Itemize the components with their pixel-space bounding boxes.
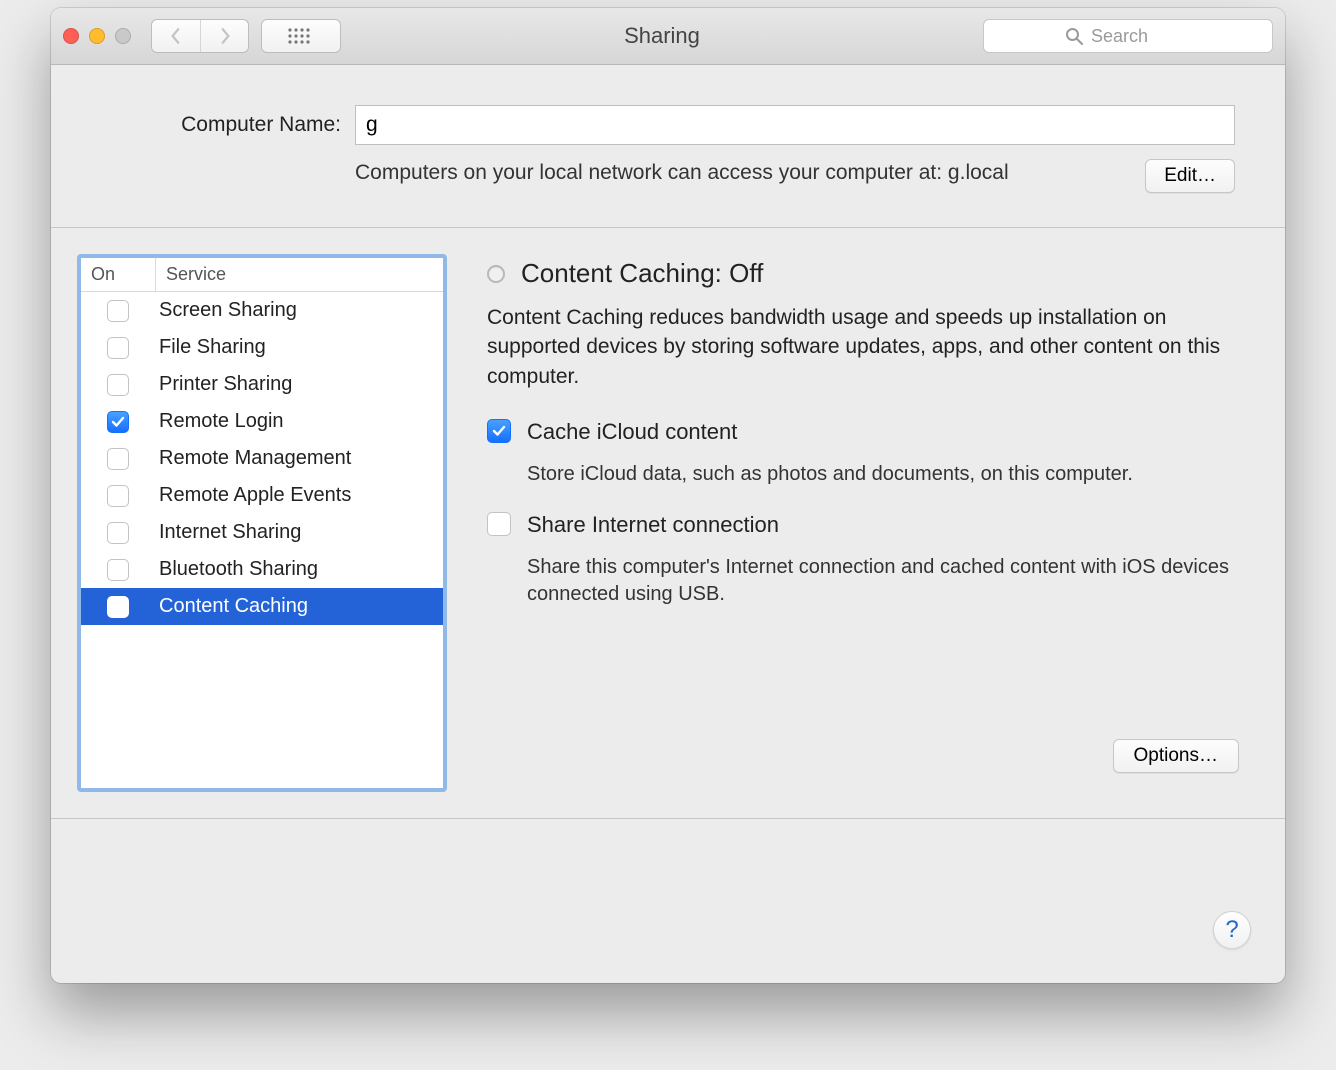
close-icon[interactable] (63, 28, 79, 44)
status-indicator-icon (487, 265, 505, 283)
options-button[interactable]: Options… (1113, 739, 1239, 773)
service-detail: Content Caching: Off Content Caching red… (487, 254, 1245, 792)
window-controls (63, 28, 131, 44)
option-title: Cache iCloud content (527, 419, 1245, 445)
option-row: Cache iCloud content Store iCloud data, s… (487, 419, 1245, 488)
computer-name-input[interactable] (355, 105, 1235, 145)
nav-segmented-control (151, 19, 249, 53)
services-table: On Service Screen Sharing File Sharing Pri… (77, 254, 447, 792)
service-label: Remote Login (155, 410, 443, 433)
service-row[interactable]: Printer Sharing (81, 366, 443, 403)
column-header-service[interactable]: Service (155, 258, 443, 291)
service-label: Remote Management (155, 447, 443, 470)
chevron-right-icon (218, 27, 232, 45)
computer-name-label: Computer Name: (101, 113, 341, 137)
service-row[interactable]: Internet Sharing (81, 514, 443, 551)
grid-icon (287, 27, 315, 45)
help-button[interactable]: ? (1213, 911, 1251, 949)
service-on-checkbox[interactable] (107, 300, 129, 322)
edit-hostname-button[interactable]: Edit… (1145, 159, 1235, 193)
option-row: Share Internet connection Share this comp… (487, 512, 1245, 608)
option-checkbox[interactable] (487, 419, 511, 443)
search-icon (1065, 27, 1083, 45)
service-row[interactable]: Remote Login (81, 403, 443, 440)
service-label: Screen Sharing (155, 299, 443, 322)
service-row[interactable]: Remote Management (81, 440, 443, 477)
service-on-checkbox[interactable] (107, 559, 129, 581)
service-detail-description: Content Caching reduces bandwidth usage … (487, 303, 1245, 391)
computer-name-hint: Computers on your local network can acce… (355, 159, 1081, 187)
minimize-icon[interactable] (89, 28, 105, 44)
service-label: Internet Sharing (155, 521, 443, 544)
service-label: Bluetooth Sharing (155, 558, 443, 581)
maximize-icon (115, 28, 131, 44)
services-panel: On Service Screen Sharing File Sharing Pri… (51, 227, 1285, 819)
service-on-checkbox[interactable] (107, 374, 129, 396)
service-row[interactable]: Bluetooth Sharing (81, 551, 443, 588)
service-on-checkbox[interactable] (107, 522, 129, 544)
service-on-checkbox[interactable] (107, 485, 129, 507)
service-on-checkbox[interactable] (107, 411, 129, 433)
service-label: Content Caching (155, 595, 443, 618)
service-on-checkbox[interactable] (107, 448, 129, 470)
search-field[interactable] (983, 19, 1273, 53)
service-label: File Sharing (155, 336, 443, 359)
service-label: Remote Apple Events (155, 484, 443, 507)
service-row[interactable]: Remote Apple Events (81, 477, 443, 514)
service-row[interactable]: Screen Sharing (81, 292, 443, 329)
option-subtitle: Share this computer's Internet connectio… (527, 554, 1245, 608)
column-header-on[interactable]: On (81, 258, 155, 291)
service-label: Printer Sharing (155, 373, 443, 396)
option-title: Share Internet connection (527, 512, 1245, 538)
option-checkbox[interactable] (487, 512, 511, 536)
back-button[interactable] (152, 20, 200, 52)
window-title: Sharing (624, 23, 700, 48)
service-on-checkbox[interactable] (107, 596, 129, 618)
chevron-left-icon (169, 27, 183, 45)
computer-name-section: Computer Name: Computers on your local n… (51, 65, 1285, 193)
sharing-prefpane-window: Sharing Computer Name: Computers on your… (51, 8, 1285, 983)
titlebar: Sharing (51, 8, 1285, 65)
services-table-header: On Service (81, 258, 443, 292)
service-row[interactable]: File Sharing (81, 329, 443, 366)
option-subtitle: Store iCloud data, such as photos and do… (527, 461, 1245, 488)
service-detail-heading: Content Caching: Off (521, 258, 763, 289)
services-list: Screen Sharing File Sharing Printer Sharin… (81, 292, 443, 788)
search-input[interactable] (1091, 26, 1191, 47)
service-on-checkbox[interactable] (107, 337, 129, 359)
forward-button[interactable] (200, 20, 248, 52)
show-all-button[interactable] (261, 19, 341, 53)
service-row[interactable]: Content Caching (81, 588, 443, 625)
